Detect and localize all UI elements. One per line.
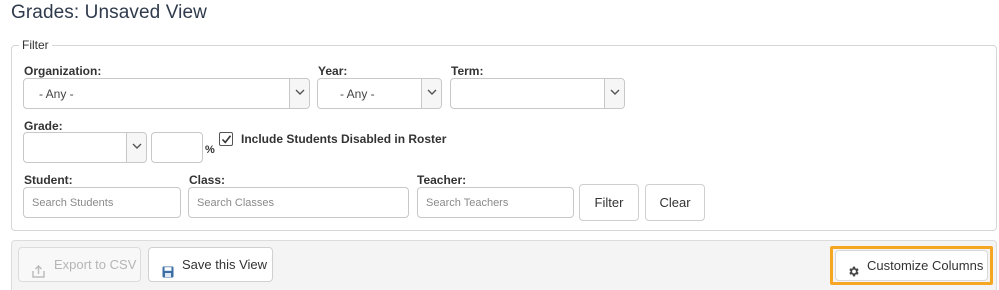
clear-button[interactable]: Clear: [645, 184, 705, 221]
class-label: Class:: [189, 173, 226, 187]
grade-label: Grade:: [24, 119, 63, 133]
highlight-box: [830, 246, 993, 285]
year-label: Year:: [318, 64, 348, 78]
page-title: Grades: Unsaved View: [11, 2, 207, 23]
year-value: - Any -: [340, 87, 375, 101]
chevron-down-icon: [421, 79, 441, 108]
chevron-down-icon: [604, 79, 624, 108]
export-csv-label: Export to CSV: [54, 257, 137, 272]
grade-select[interactable]: [23, 132, 147, 163]
save-view-button[interactable]: Save this View: [148, 247, 273, 282]
term-label: Term:: [451, 64, 484, 78]
chevron-down-icon: [289, 79, 309, 108]
upload-icon: [32, 257, 45, 290]
organization-label: Organization:: [24, 64, 102, 78]
student-label: Student:: [24, 173, 73, 187]
floppy-disk-icon: [162, 257, 174, 290]
chevron-down-icon: [126, 133, 146, 162]
include-disabled-checkbox[interactable]: [219, 132, 233, 146]
teacher-search-input[interactable]: Search Teachers: [417, 187, 574, 218]
teacher-label: Teacher:: [417, 173, 467, 187]
filter-button[interactable]: Filter: [579, 184, 639, 221]
organization-value: - Any -: [39, 87, 74, 101]
include-disabled-label: Include Students Disabled in Roster: [241, 132, 447, 146]
save-view-label: Save this View: [182, 257, 268, 272]
organization-select[interactable]: - Any -: [23, 78, 310, 109]
grade-percent-input[interactable]: [151, 132, 203, 163]
year-select[interactable]: - Any -: [317, 78, 442, 109]
filter-legend: Filter: [19, 38, 52, 52]
class-search-input[interactable]: Search Classes: [188, 187, 409, 218]
export-csv-button[interactable]: Export to CSV: [18, 247, 141, 282]
term-select[interactable]: [450, 78, 625, 109]
percent-sign: %: [205, 144, 215, 156]
student-search-input[interactable]: Search Students: [23, 187, 181, 218]
